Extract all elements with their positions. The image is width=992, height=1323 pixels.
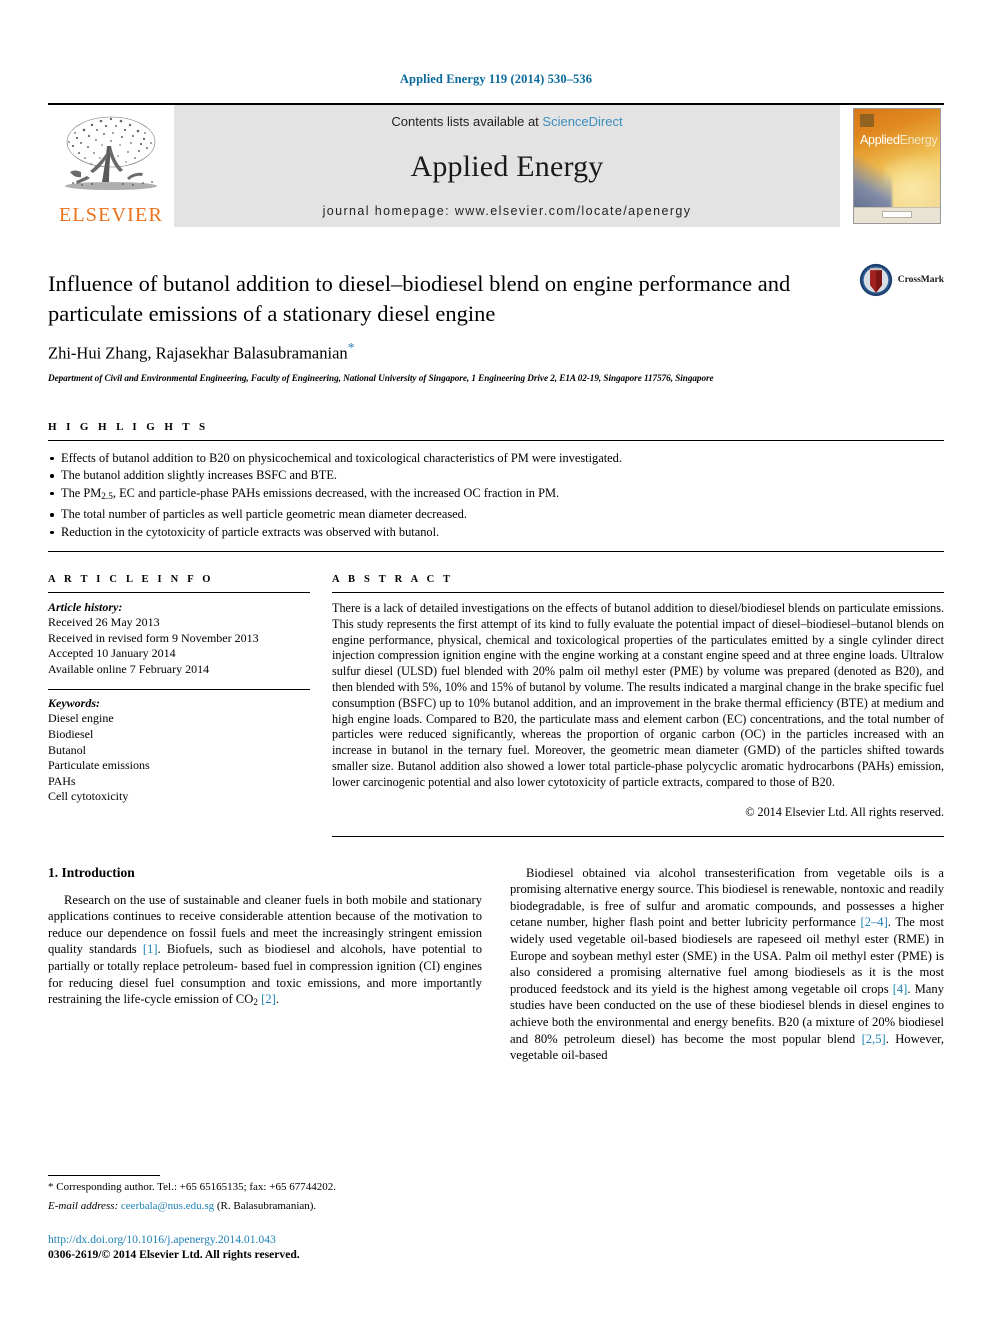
abstract-text: There is a lack of detailed investigatio…	[332, 601, 944, 789]
footnote-block: * Corresponding author. Tel.: +65 651651…	[48, 1175, 468, 1213]
highlight-text: The total number of particles as well pa…	[61, 507, 467, 522]
history-line: Received in revised form 9 November 2013	[48, 630, 259, 645]
keywords-block: Keywords: Diesel engine Biodiesel Butano…	[48, 690, 310, 805]
doi-link[interactable]: http://dx.doi.org/10.1016/j.apenergy.201…	[48, 1232, 548, 1247]
page-title: Influence of butanol addition to diesel–…	[48, 271, 791, 326]
journal-title: Applied Energy	[410, 149, 604, 183]
keyword-item: Butanol	[48, 742, 86, 757]
issn-copyright: 0306-2619/© 2014 Elsevier Ltd. All right…	[48, 1248, 300, 1261]
article-history: Article history: Received 26 May 2013 Re…	[48, 593, 310, 677]
abstract-heading: A B S T R A C T	[332, 574, 454, 586]
page-footer: http://dx.doi.org/10.1016/j.apenergy.201…	[48, 1232, 548, 1262]
highlights-section: H I G H L I G H T S Effects of butanol a…	[48, 421, 944, 553]
email-owner: (R. Balasubramanian).	[216, 1199, 317, 1212]
elsevier-tree-icon	[65, 116, 157, 190]
citation-ref[interactable]: [2,5]	[862, 1032, 886, 1046]
masthead-center: Contents lists available at ScienceDirec…	[174, 105, 840, 227]
article-info-column: A R T I C L E I N F O Article history: R…	[48, 574, 310, 837]
sciencedirect-link[interactable]: ScienceDirect	[542, 114, 622, 129]
highlights-list: Effects of butanol addition to B20 on ph…	[48, 441, 944, 552]
author-names: Zhi-Hui Zhang, Rajasekhar Balasubramania…	[48, 343, 348, 363]
list-item: The PM2.5, EC and particle-phase PAHs em…	[48, 485, 944, 507]
elsevier-wordmark: ELSEVIER	[58, 204, 164, 226]
affiliation: Department of Civil and Environmental En…	[48, 372, 714, 383]
abstract-column: A B S T R A C T There is a lack of detai…	[332, 574, 944, 837]
citation-ref[interactable]: [2–4]	[861, 915, 888, 929]
title-block: CrossMark Influence of butanol addition …	[48, 263, 944, 383]
email-link[interactable]: ceerbala@nus.edu.sg	[121, 1200, 214, 1212]
journal-masthead: ELSEVIER Contents lists available at Sci…	[48, 103, 944, 227]
highlights-bottom-rule	[48, 551, 944, 553]
journal-cover-wrapper: AppliedEnergy	[840, 105, 944, 227]
history-line: Accepted 10 January 2014	[48, 646, 176, 661]
paragraph: Research on the use of sustainable and c…	[48, 892, 482, 1012]
info-abstract-row: A R T I C L E I N F O Article history: R…	[48, 574, 944, 837]
cover-glow	[884, 155, 940, 213]
citation-ref[interactable]: [1]	[143, 942, 158, 956]
body-right-column: Biodiesel obtained via alcohol transeste…	[510, 865, 944, 1064]
abstract-copyright: © 2014 Elsevier Ltd. All rights reserved…	[745, 804, 944, 819]
crossmark-icon	[859, 263, 892, 297]
paper-page: Applied Energy 119 (2014) 530–536 ELSEVI…	[0, 0, 992, 1323]
abstract-bottom-rule	[332, 835, 944, 837]
keyword-item: Particulate emissions	[48, 758, 150, 773]
cover-title: AppliedEnergy	[860, 133, 938, 147]
highlight-text: Reduction in the cytotoxicity of particl…	[61, 524, 440, 539]
history-line: Received 26 May 2013	[48, 615, 160, 630]
keyword-item: PAHs	[48, 773, 76, 788]
keywords-label: Keywords:	[48, 696, 100, 711]
highlight-text: The butanol addition slightly increases …	[61, 468, 338, 482]
body-left-column: 1. Introduction Research on the use of s…	[48, 865, 482, 1064]
article-history-label: Article history:	[48, 600, 123, 615]
highlight-text: Effects of butanol addition to B20 on ph…	[61, 450, 622, 465]
body-columns: 1. Introduction Research on the use of s…	[48, 865, 944, 1064]
citation-ref[interactable]: [2]	[261, 992, 276, 1006]
email-note: E-mail address: ceerbala@nus.edu.sg (R. …	[48, 1199, 468, 1214]
keyword-item: Cell cytotoxicity	[48, 789, 129, 804]
footnote-rule	[48, 1175, 160, 1176]
highlights-heading: H I G H L I G H T S	[48, 420, 209, 433]
list-item: Effects of butanol addition to B20 on ph…	[48, 450, 944, 468]
list-item: Reduction in the cytotoxicity of particl…	[48, 524, 944, 542]
journal-homepage-link[interactable]: journal homepage: www.elsevier.com/locat…	[323, 204, 692, 218]
author-list: Zhi-Hui Zhang, Rajasekhar Balasubramania…	[48, 341, 944, 364]
list-item: The butanol addition slightly increases …	[48, 467, 944, 485]
highlight-text: The PM2.5, EC and particle-phase PAHs em…	[61, 485, 560, 502]
keyword-item: Biodiesel	[48, 727, 94, 741]
history-line: Available online 7 February 2014	[48, 661, 210, 676]
para-text: .	[275, 992, 280, 1007]
corresponding-author-note: * Corresponding author. Tel.: +65 651651…	[48, 1181, 336, 1193]
email-label: E-mail address:	[48, 1199, 119, 1212]
section-heading-introduction: 1. Introduction	[48, 864, 135, 880]
list-item: The total number of particles as well pa…	[48, 506, 944, 524]
elsevier-logo: ELSEVIER	[48, 105, 174, 227]
article-info-heading: A R T I C L E I N F O	[48, 574, 214, 586]
paragraph: Biodiesel obtained via alcohol transeste…	[510, 865, 944, 1064]
cover-footer-band	[854, 207, 940, 223]
corresponding-author-marker: *	[347, 341, 355, 356]
cover-elsevier-icon	[860, 114, 874, 127]
keyword-item: Diesel engine	[48, 711, 114, 726]
journal-reference-line: Applied Energy 119 (2014) 530–536	[399, 72, 593, 86]
crossmark-badge[interactable]: CrossMark	[859, 263, 944, 297]
contents-prefix: Contents lists available at	[391, 114, 543, 129]
contents-available-line: Contents lists available at ScienceDirec…	[391, 114, 622, 129]
citation-ref[interactable]: [4]	[893, 982, 908, 996]
crossmark-label: CrossMark	[897, 275, 944, 285]
journal-cover-image: AppliedEnergy	[853, 108, 941, 224]
